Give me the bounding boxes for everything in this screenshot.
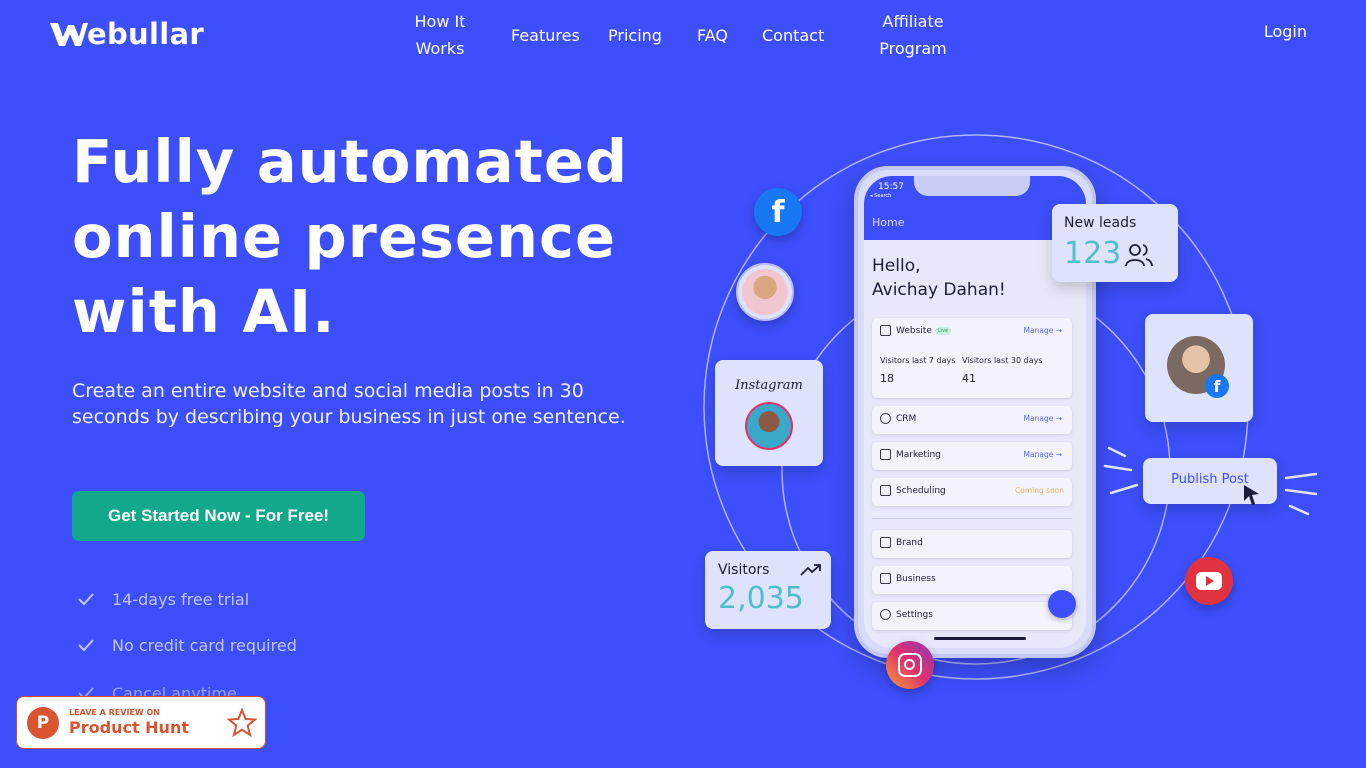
phone-notch bbox=[914, 176, 1030, 196]
phone-brand-row: Brand bbox=[872, 530, 1072, 558]
nav-faq[interactable]: FAQ bbox=[697, 22, 728, 49]
hero-subtitle: Create an entire website and social medi… bbox=[72, 380, 626, 428]
perk-label: 14-days free trial bbox=[112, 589, 250, 609]
check-icon bbox=[78, 593, 94, 606]
phone-divider bbox=[872, 518, 1072, 519]
product-hunt-badge[interactable]: P LEAVE A REVIEW ON Product Hunt bbox=[16, 696, 266, 749]
phone-time: 15:57 bbox=[878, 182, 904, 192]
phone-marketing-row: Marketing Manage → bbox=[872, 442, 1072, 470]
manage-link: Manage → bbox=[1023, 414, 1062, 423]
new-leads-card: New leads 123 bbox=[1052, 204, 1178, 282]
nav-how-it-works-line2: Works bbox=[415, 39, 465, 58]
nav-how-it-works[interactable]: How It Works bbox=[408, 8, 472, 62]
facebook-icon: f bbox=[1205, 374, 1229, 398]
avatar bbox=[745, 402, 793, 450]
instagram-label: Instagram bbox=[735, 378, 803, 393]
phone-business-row: Business bbox=[872, 566, 1072, 594]
phone-crm-row: CRM Manage → bbox=[872, 406, 1072, 434]
perk-label: No credit card required bbox=[112, 635, 297, 655]
product-hunt-small-label: LEAVE A REVIEW ON bbox=[69, 708, 160, 717]
perk-item: No credit card required bbox=[76, 635, 297, 655]
phone-greeting-line1: Hello, bbox=[872, 256, 921, 276]
megaphone-icon bbox=[880, 449, 891, 460]
instagram-icon bbox=[886, 641, 934, 689]
nav-affiliate[interactable]: Affiliate Program bbox=[870, 8, 956, 62]
coming-soon-label: Coming soon bbox=[1015, 486, 1064, 495]
users-icon bbox=[880, 413, 891, 424]
marketing-label: Marketing bbox=[896, 450, 941, 460]
phone-greeting-line2: Avichay Dahan! bbox=[872, 280, 1006, 300]
calendar-icon bbox=[880, 485, 891, 496]
perk-item: 14-days free trial bbox=[76, 589, 249, 609]
facebook-icon: f bbox=[754, 188, 802, 236]
hero-title-line2: online presence bbox=[72, 202, 617, 271]
login-link[interactable]: Login bbox=[1264, 22, 1307, 41]
visitors-30-value: 41 bbox=[962, 372, 976, 385]
publish-post-card: Publish Post bbox=[1143, 458, 1277, 505]
main-nav: How It Works Features Pricing FAQ Contac… bbox=[0, 8, 1366, 64]
product-hunt-label: Product Hunt bbox=[69, 718, 189, 737]
check-icon bbox=[78, 639, 94, 652]
product-hunt-logo-icon: P bbox=[27, 706, 59, 739]
nav-pricing[interactable]: Pricing bbox=[608, 22, 662, 49]
nav-affiliate-line1: Affiliate bbox=[882, 12, 944, 31]
nav-features[interactable]: Features bbox=[511, 22, 580, 49]
users-icon bbox=[1125, 244, 1153, 267]
new-leads-value: 123 bbox=[1064, 236, 1122, 271]
business-label: Business bbox=[896, 574, 936, 584]
phone-home-label: Home bbox=[872, 216, 905, 229]
phone-back-search: ◂ Search bbox=[870, 193, 892, 199]
store-icon bbox=[880, 573, 891, 584]
avatar bbox=[736, 263, 794, 321]
manage-link: Manage → bbox=[1023, 450, 1062, 459]
gear-icon bbox=[880, 609, 891, 620]
sparkle-lines-right bbox=[1284, 472, 1318, 516]
visitors-label: Visitors bbox=[718, 562, 770, 578]
star-icon bbox=[227, 708, 257, 738]
nav-contact[interactable]: Contact bbox=[762, 22, 824, 49]
hero-title: Fully automated online presence with AI. bbox=[72, 124, 692, 349]
brush-icon bbox=[880, 537, 891, 548]
instagram-card: Instagram bbox=[715, 360, 823, 466]
nav-affiliate-line2: Program bbox=[879, 39, 947, 58]
visitors-card: Visitors 2,035 bbox=[705, 551, 831, 629]
website-label: Website bbox=[896, 326, 932, 336]
nav-how-it-works-line1: How It bbox=[414, 12, 466, 31]
manage-link: Manage → bbox=[1023, 326, 1062, 335]
hero-illustration: 15:57 ◂ Search Home Hello, Avichay Dahan… bbox=[690, 120, 1350, 700]
sparkle-lines-left bbox=[1103, 446, 1139, 495]
trending-up-icon bbox=[800, 564, 821, 576]
phone-scheduling-row: Scheduling Coming soon bbox=[872, 478, 1072, 506]
crm-label: CRM bbox=[896, 414, 917, 424]
visitors-value: 2,035 bbox=[718, 581, 804, 616]
website-icon bbox=[880, 325, 891, 336]
hero-title-line1: Fully automated bbox=[72, 127, 629, 196]
new-leads-label: New leads bbox=[1064, 215, 1137, 231]
phone-website-card: Website Live Manage → Visitors last 7 day… bbox=[872, 318, 1072, 398]
live-badge: Live bbox=[934, 326, 952, 335]
visitors-30-label: Visitors last 30 days bbox=[962, 356, 1043, 365]
cursor-icon bbox=[1244, 485, 1259, 505]
phone-home-indicator bbox=[934, 637, 1026, 640]
settings-label: Settings bbox=[896, 610, 933, 620]
youtube-icon bbox=[1185, 557, 1233, 605]
visitors-7-label: Visitors last 7 days bbox=[880, 356, 956, 365]
brand-label: Brand bbox=[896, 538, 923, 548]
profile-card: f bbox=[1145, 314, 1253, 422]
scheduling-label: Scheduling bbox=[896, 486, 946, 496]
phone-settings-row: Settings bbox=[872, 602, 1072, 630]
visitors-7-value: 18 bbox=[880, 372, 894, 385]
phone-greeting: Hello, Avichay Dahan! bbox=[872, 254, 1006, 302]
hero-title-line3: with AI. bbox=[72, 277, 336, 346]
get-started-button[interactable]: Get Started Now - For Free! bbox=[72, 491, 365, 541]
chat-icon bbox=[1048, 590, 1076, 618]
